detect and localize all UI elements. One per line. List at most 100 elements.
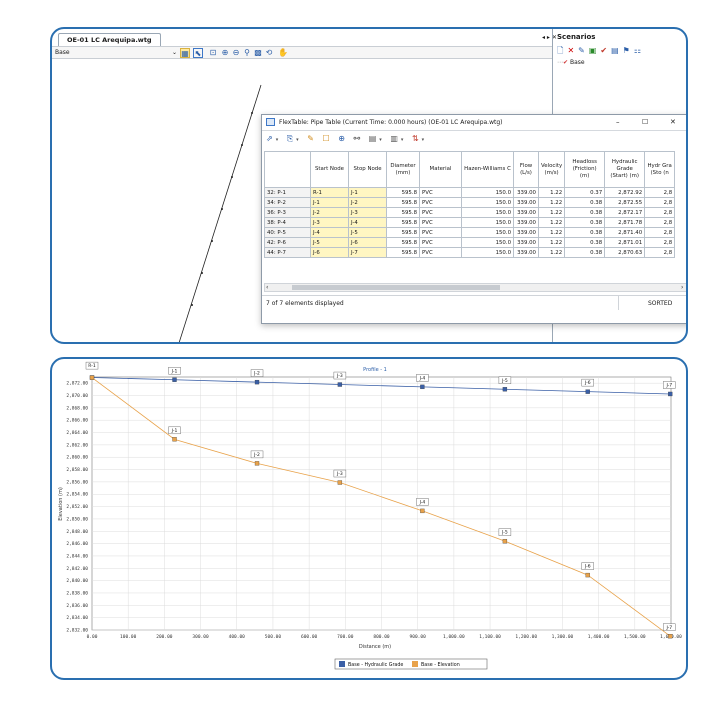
rename-icon[interactable]: ✎ (578, 46, 589, 55)
table-cell[interactable]: 2,8 (644, 217, 676, 228)
find-icon[interactable]: ⚯ (353, 134, 363, 143)
table-cell[interactable]: 150.0 (461, 197, 514, 208)
edit-icon[interactable]: ✎ (307, 134, 317, 143)
elevation-point[interactable] (254, 461, 260, 466)
table-cell[interactable]: 1.22 (537, 197, 566, 208)
table-cell[interactable]: PVC (419, 247, 462, 258)
table-cell[interactable]: 595.8 (386, 197, 420, 208)
table-cell[interactable]: PVC (419, 197, 462, 208)
column-header[interactable]: Velocity (m/s) (537, 151, 566, 188)
scenarios-toolbar[interactable]: 🗋✕✎▣✔▤⚑⚏ (557, 45, 645, 59)
elevation-point[interactable] (337, 480, 343, 485)
table-cell[interactable]: 2,872.92 (604, 187, 646, 198)
hydraulic-grade-point[interactable] (337, 382, 343, 387)
table-cell[interactable]: 150.0 (461, 247, 514, 258)
table-cell[interactable]: 0.38 (564, 217, 606, 228)
table-cell[interactable]: 150.0 (461, 187, 514, 198)
table-cell[interactable]: 38: P-4 (264, 217, 311, 228)
table-cell[interactable]: 595.8 (386, 217, 420, 228)
table-cell[interactable]: 44: P-7 (264, 247, 311, 258)
zoom-extents-icon[interactable]: ⊡ (208, 48, 218, 58)
table-cell[interactable]: PVC (419, 227, 462, 238)
table-cell[interactable]: 150.0 (461, 207, 514, 218)
table-cell[interactable]: 339.00 (513, 247, 539, 258)
compare-icon[interactable]: ⚑ (623, 46, 634, 55)
table-cell[interactable]: 1.22 (537, 217, 566, 228)
table-row[interactable]: 34: P-2 J-1 J-2 595.8 PVC 150.0 339.00 1.22 0.38… (264, 197, 676, 208)
scenario-select[interactable]: Base (55, 49, 70, 56)
table-cell[interactable]: 40: P-5 (264, 227, 311, 238)
zoom-window-icon[interactable]: ⚲ (242, 48, 252, 58)
table-row[interactable]: 44: P-7 J-6 J-7 595.8 PVC 150.0 339.00 1.22 0.38… (264, 247, 676, 258)
table-cell[interactable]: 2,871.01 (604, 237, 646, 248)
add-child-icon[interactable]: ▣ (589, 46, 601, 55)
new-icon[interactable]: 🗋 (557, 46, 567, 55)
zoom-realtime-icon[interactable]: ⟲ (264, 48, 274, 58)
table-cell[interactable]: 339.00 (513, 187, 539, 198)
table-row[interactable]: 36: P-3 J-2 J-3 595.8 PVC 150.0 339.00 1.22 0.38… (264, 207, 676, 218)
close-button[interactable]: ✕ (670, 118, 676, 126)
table-cell[interactable]: J-1 (348, 187, 387, 198)
table-cell[interactable]: J-1 (310, 197, 349, 208)
scenario-tree-item-base[interactable]: ⋯✔ Base (557, 59, 585, 66)
horizontal-scrollbar[interactable]: ‹ › (264, 283, 686, 292)
column-header[interactable]: Diameter (mm) (386, 151, 420, 188)
report-icon[interactable]: ▤ (611, 46, 623, 55)
table-cell[interactable]: J-5 (310, 237, 349, 248)
table-cell[interactable]: J-3 (348, 207, 387, 218)
table-cell[interactable]: 2,8 (644, 227, 676, 238)
table-cell[interactable]: R-1 (310, 187, 349, 198)
column-header[interactable]: Hydraulic Grade (Start) (m) (604, 151, 646, 188)
table-cell[interactable]: 2,8 (644, 187, 676, 198)
table-cell[interactable]: 2,8 (644, 247, 676, 258)
zoom-out-icon[interactable]: ⊖ (231, 48, 241, 58)
table-cell[interactable]: PVC (419, 187, 462, 198)
minimize-button[interactable]: – (616, 118, 620, 126)
table-cell[interactable]: 34: P-2 (264, 197, 311, 208)
elevation-point[interactable] (502, 538, 508, 544)
table-cell[interactable]: 2,871.78 (604, 217, 646, 228)
table-cell[interactable]: 2,870.63 (604, 247, 646, 258)
table-cell[interactable]: 595.8 (386, 187, 420, 198)
scroll-left-icon[interactable]: ‹ (266, 284, 268, 291)
column-header[interactable]: Hydr Gra (Sto (n (644, 151, 676, 188)
scrollbar-thumb[interactable] (292, 285, 500, 290)
table-cell[interactable]: 1.22 (537, 237, 566, 248)
table-cell[interactable]: 32: P-1 (264, 187, 311, 198)
hydraulic-grade-point[interactable] (668, 391, 673, 397)
table-cell[interactable]: PVC (419, 217, 462, 228)
table-cell[interactable]: 42: P-6 (264, 237, 311, 248)
hydraulic-grade-point[interactable] (420, 384, 425, 390)
scroll-right-icon[interactable]: › (681, 284, 683, 291)
column-header[interactable]: Material (419, 151, 462, 188)
table-cell[interactable]: PVC (419, 237, 462, 248)
table-cell[interactable]: 1.22 (537, 207, 566, 218)
elevation-point[interactable] (668, 634, 673, 639)
table-cell[interactable]: 150.0 (461, 237, 514, 248)
elevation-point[interactable] (172, 437, 177, 442)
pan-hand-icon[interactable]: ✋ (278, 48, 288, 58)
document-tab[interactable]: OE-01 LC Arequipa.wtg (58, 33, 161, 46)
table-cell[interactable]: J-2 (348, 197, 387, 208)
zoom-to-icon[interactable]: ⊕ (338, 134, 348, 143)
hydraulic-grade-point[interactable] (502, 387, 508, 392)
pointer-icon[interactable]: ⬉ (193, 48, 203, 58)
chevron-down-icon[interactable]: ⌄ (172, 49, 177, 56)
table-row[interactable]: 32: P-1 R-1 J-1 595.8 PVC 150.0 339.00 1.22 0.37… (264, 187, 676, 198)
elevation-point[interactable] (89, 375, 95, 380)
report-icon[interactable]: ▤ (369, 134, 380, 143)
make-current-icon[interactable]: ✔ (600, 46, 611, 55)
table-cell[interactable]: J-5 (348, 227, 387, 238)
table-cell[interactable]: 2,871.40 (604, 227, 646, 238)
table-cell[interactable]: 339.00 (513, 207, 539, 218)
table-cell[interactable]: 0.38 (564, 227, 606, 238)
filter-icon[interactable]: ▥ (390, 134, 401, 143)
table-cell[interactable]: 0.38 (564, 197, 606, 208)
column-header[interactable]: Stop Node (348, 151, 387, 188)
table-cell[interactable]: 0.38 (564, 237, 606, 248)
zoom-previous-icon[interactable]: ▩ (253, 48, 263, 58)
table-cell[interactable]: 595.8 (386, 247, 420, 258)
table-cell[interactable]: 2,872.55 (604, 197, 646, 208)
elevation-point[interactable] (420, 508, 425, 514)
table-cell[interactable]: 2,8 (644, 237, 676, 248)
